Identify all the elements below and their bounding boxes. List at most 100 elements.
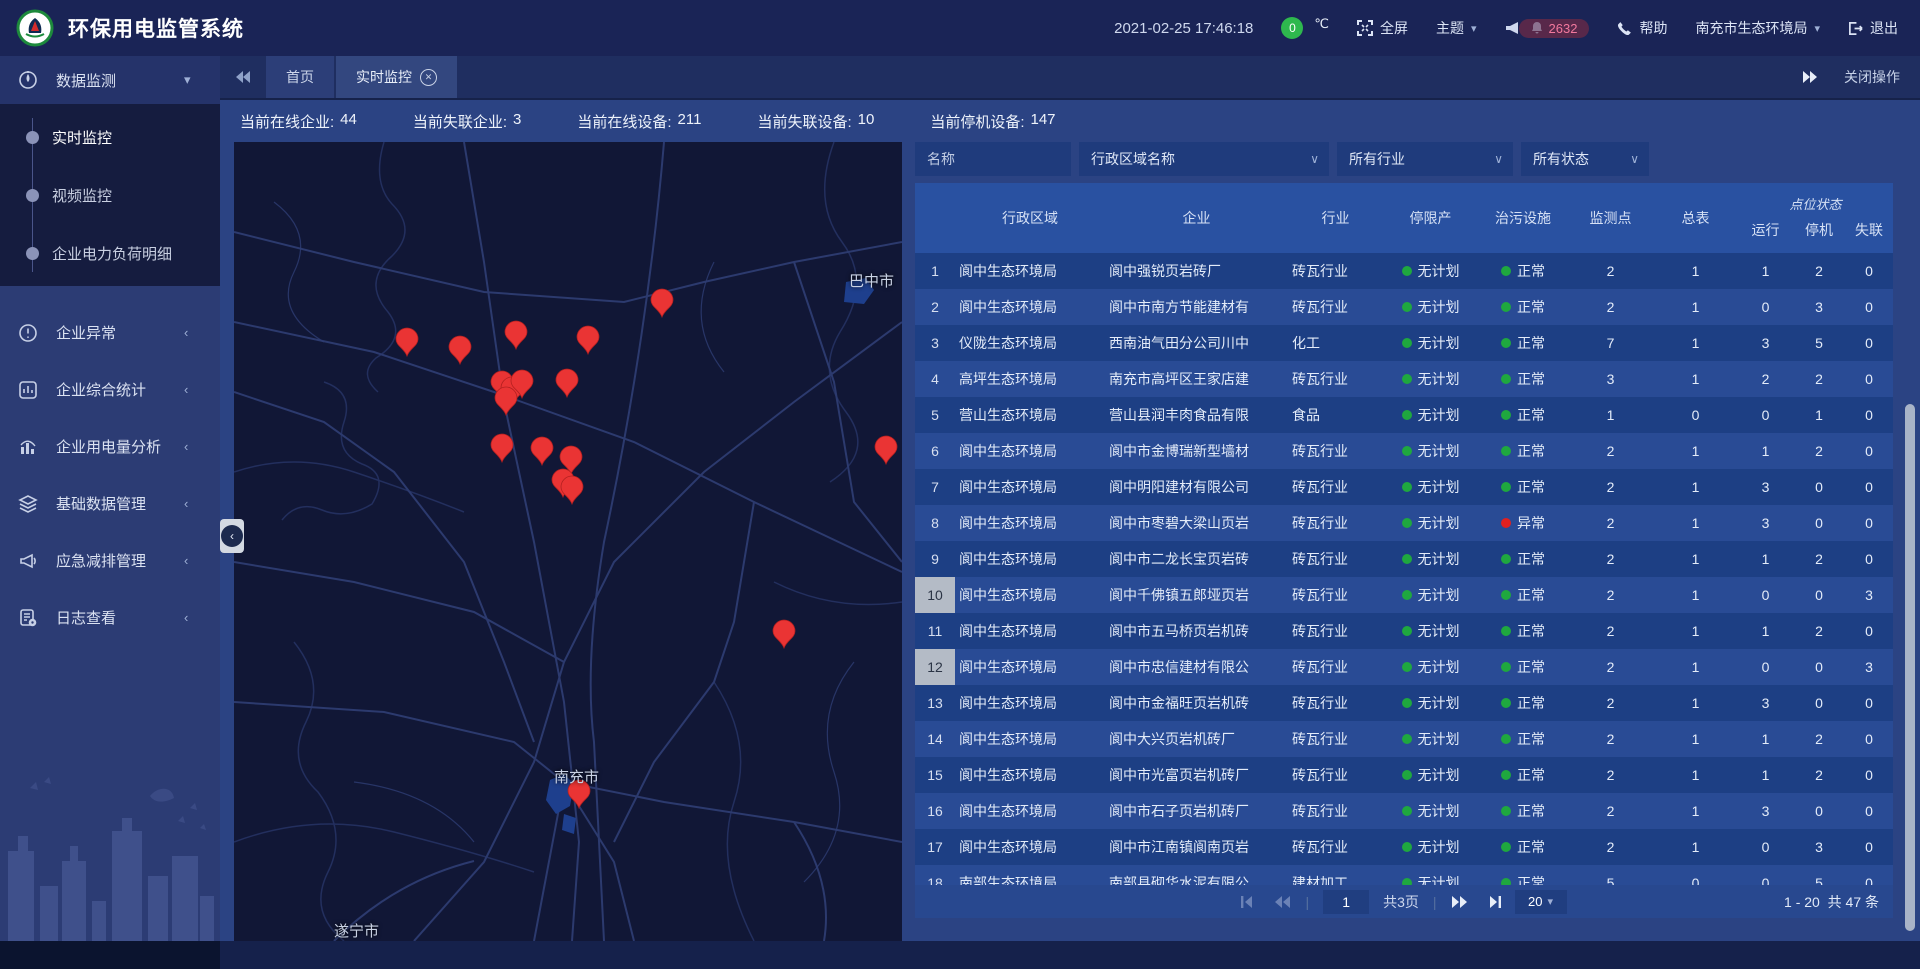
page-size-select[interactable]: 20 ▾ [1515, 890, 1567, 914]
status-dot-icon [1501, 590, 1511, 600]
sidebar-item-data-monitoring[interactable]: 数据监测 ▾ [0, 56, 220, 104]
table-row[interactable]: 3仪陇生态环境局西南油气田分公司川中化工无计划正常71350 [915, 325, 1893, 361]
cell-production-limit: 无计划 [1383, 289, 1478, 325]
sidebar-item-emergency-reduction[interactable]: 应急减排管理 ‹ [0, 532, 220, 589]
logout-button[interactable]: 退出 [1848, 18, 1898, 38]
cell-pollution-facility: 正常 [1478, 577, 1568, 613]
map-pin-icon[interactable] [577, 326, 599, 354]
table-row[interactable]: 1阆中生态环境局阆中强锐页岩砖厂砖瓦行业无计划正常21120 [915, 253, 1893, 289]
status-dot-icon [1501, 842, 1511, 852]
table-row[interactable]: 15阆中生态环境局阆中市光富页岩机砖厂砖瓦行业无计划正常21120 [915, 757, 1893, 793]
total-pages-label: 共3页 [1383, 892, 1419, 912]
sidebar-item-enterprise-statistics[interactable]: 企业综合统计 ‹ [0, 361, 220, 418]
theme-dropdown[interactable]: 主题 ▾ [1436, 18, 1477, 38]
sidebar-item-log-view[interactable]: 日志查看 ‹ [0, 589, 220, 646]
tab-home[interactable]: 首页 [266, 56, 334, 98]
map-pin-icon[interactable] [449, 336, 471, 364]
row-index: 18 [915, 865, 955, 885]
map-pin-icon[interactable] [556, 369, 578, 397]
table-row[interactable]: 18南部生态环境局南部县砌华水泥有限公建材加工无计划正常50050 [915, 865, 1893, 885]
map-pin-icon[interactable] [505, 321, 527, 349]
col-group-point-status: 点位状态 [1738, 194, 1893, 213]
sidebar-collapse-handle[interactable]: ‹ [220, 519, 244, 553]
cell-production-limit: 无计划 [1383, 829, 1478, 865]
table-row[interactable]: 8阆中生态环境局阆中市枣碧大梁山页岩砖瓦行业无计划异常21300 [915, 505, 1893, 541]
close-operations-button[interactable]: 关闭操作 [1844, 67, 1900, 87]
cell-stopped: 0 [1793, 577, 1845, 613]
help-button[interactable]: 帮助 [1617, 18, 1667, 38]
cell-industry: 建材加工 [1288, 865, 1383, 885]
tab-realtime-monitor[interactable]: 实时监控 ✕ [336, 56, 457, 98]
table-row[interactable]: 13阆中生态环境局阆中市金福旺页岩机砖砖瓦行业无计划正常21300 [915, 685, 1893, 721]
mute-button[interactable] [1505, 21, 1519, 35]
region-select[interactable]: 行政区域名称 ∨ [1079, 142, 1329, 176]
name-search-input[interactable]: 名称 [915, 142, 1071, 176]
table-row[interactable]: 16阆中生态环境局阆中市石子页岩机砖厂砖瓦行业无计划正常21300 [915, 793, 1893, 829]
table-row[interactable]: 10阆中生态环境局阆中千佛镇五郎垭页岩砖瓦行业无计划正常21003 [915, 577, 1893, 613]
col-monitor-points: 监测点 [1568, 183, 1653, 253]
cell-pollution-facility: 正常 [1478, 325, 1568, 361]
map-pin-icon[interactable] [875, 436, 897, 464]
cell-pollution-facility: 正常 [1478, 829, 1568, 865]
sidebar-item-base-data[interactable]: 基础数据管理 ‹ [0, 475, 220, 532]
bottom-strip [0, 941, 1920, 969]
map-pin-icon[interactable] [531, 437, 553, 465]
map-panel[interactable]: 巴中市南充市遂宁市 [234, 142, 902, 941]
sidebar-item-power-load-detail[interactable]: 企业电力负荷明细 [0, 224, 220, 282]
scrollbar-thumb[interactable] [1905, 404, 1915, 931]
table-row[interactable]: 9阆中生态环境局阆中市二龙长宝页岩砖砖瓦行业无计划正常21120 [915, 541, 1893, 577]
industry-select[interactable]: 所有行业 ∨ [1337, 142, 1513, 176]
sidebar-item-realtime-monitor[interactable]: 实时监控 [0, 108, 220, 166]
map-pin-icon[interactable] [396, 328, 418, 356]
sidebar-item-power-analysis[interactable]: 企业用电量分析 ‹ [0, 418, 220, 475]
table-row[interactable]: 12阆中生态环境局阆中市忠信建材有限公砖瓦行业无计划正常21003 [915, 649, 1893, 685]
tabs-scroll-right-button[interactable] [1802, 71, 1818, 83]
map-pin-icon[interactable] [495, 387, 517, 415]
chevron-down-icon: ▾ [1471, 22, 1477, 35]
cell-company: 营山县润丰肉食品有限 [1105, 397, 1288, 433]
sidebar-item-enterprise-abnormal[interactable]: 企业异常 ‹ [0, 304, 220, 361]
next-page-button[interactable] [1451, 896, 1469, 908]
table-row[interactable]: 7阆中生态环境局阆中明阳建材有限公司砖瓦行业无计划正常21300 [915, 469, 1893, 505]
cell-lost: 0 [1845, 829, 1893, 865]
map-pin-icon[interactable] [561, 476, 583, 504]
status-dot-icon [1501, 518, 1511, 528]
cell-total-meter: 1 [1653, 649, 1738, 685]
cell-industry: 砖瓦行业 [1288, 649, 1383, 685]
table-row[interactable]: 11阆中生态环境局阆中市五马桥页岩机砖砖瓦行业无计划正常21120 [915, 613, 1893, 649]
cell-production-limit: 无计划 [1383, 541, 1478, 577]
enterprise-table: 行政区域 企业 行业 停限产 治污设施 监测点 总表 运行 停机 失联 点位状态… [915, 183, 1893, 885]
bottom-strip-left [0, 941, 220, 969]
cell-lost: 0 [1845, 721, 1893, 757]
tabs-scroll-left-button[interactable] [220, 56, 266, 98]
map-pin-icon[interactable] [491, 434, 513, 462]
table-row[interactable]: 5营山生态环境局营山县润丰肉食品有限食品无计划正常10010 [915, 397, 1893, 433]
org-dropdown[interactable]: 南充市生态环境局 ▾ [1695, 18, 1820, 38]
cell-company: 阆中市二龙长宝页岩砖 [1105, 541, 1288, 577]
map-pin-icon[interactable] [773, 620, 795, 648]
page-number-input[interactable]: 1 [1323, 890, 1369, 914]
cell-lost: 0 [1845, 865, 1893, 885]
cell-region: 阆中生态环境局 [955, 685, 1105, 721]
cell-region: 阆中生态环境局 [955, 721, 1105, 757]
last-page-button[interactable] [1483, 896, 1501, 908]
map-pin-icon[interactable] [651, 289, 673, 317]
status-select[interactable]: 所有状态 ∨ [1521, 142, 1649, 176]
cell-lost: 0 [1845, 253, 1893, 289]
table-row[interactable]: 4高坪生态环境局南充市高坪区王家店建砖瓦行业无计划正常31220 [915, 361, 1893, 397]
notification-badge[interactable]: 2632 [1519, 19, 1590, 38]
status-dot-icon [1501, 410, 1511, 420]
cell-region: 南部生态环境局 [955, 865, 1105, 885]
table-row[interactable]: 2阆中生态环境局阆中市南方节能建材有砖瓦行业无计划正常21030 [915, 289, 1893, 325]
cell-running: 1 [1738, 253, 1793, 289]
close-icon[interactable]: ✕ [420, 69, 437, 86]
cell-company: 阆中强锐页岩砖厂 [1105, 253, 1288, 289]
table-row[interactable]: 6阆中生态环境局阆中市金博瑞新型墙材砖瓦行业无计划正常21120 [915, 433, 1893, 469]
prev-page-button[interactable] [1273, 896, 1291, 908]
status-dot-icon [1501, 662, 1511, 672]
sidebar-item-video-monitor[interactable]: 视频监控 [0, 166, 220, 224]
fullscreen-button[interactable]: 全屏 [1357, 18, 1408, 38]
table-row[interactable]: 14阆中生态环境局阆中大兴页岩机砖厂砖瓦行业无计划正常21120 [915, 721, 1893, 757]
table-row[interactable]: 17阆中生态环境局阆中市江南镇阆南页岩砖瓦行业无计划正常21030 [915, 829, 1893, 865]
first-page-button[interactable] [1241, 896, 1259, 908]
